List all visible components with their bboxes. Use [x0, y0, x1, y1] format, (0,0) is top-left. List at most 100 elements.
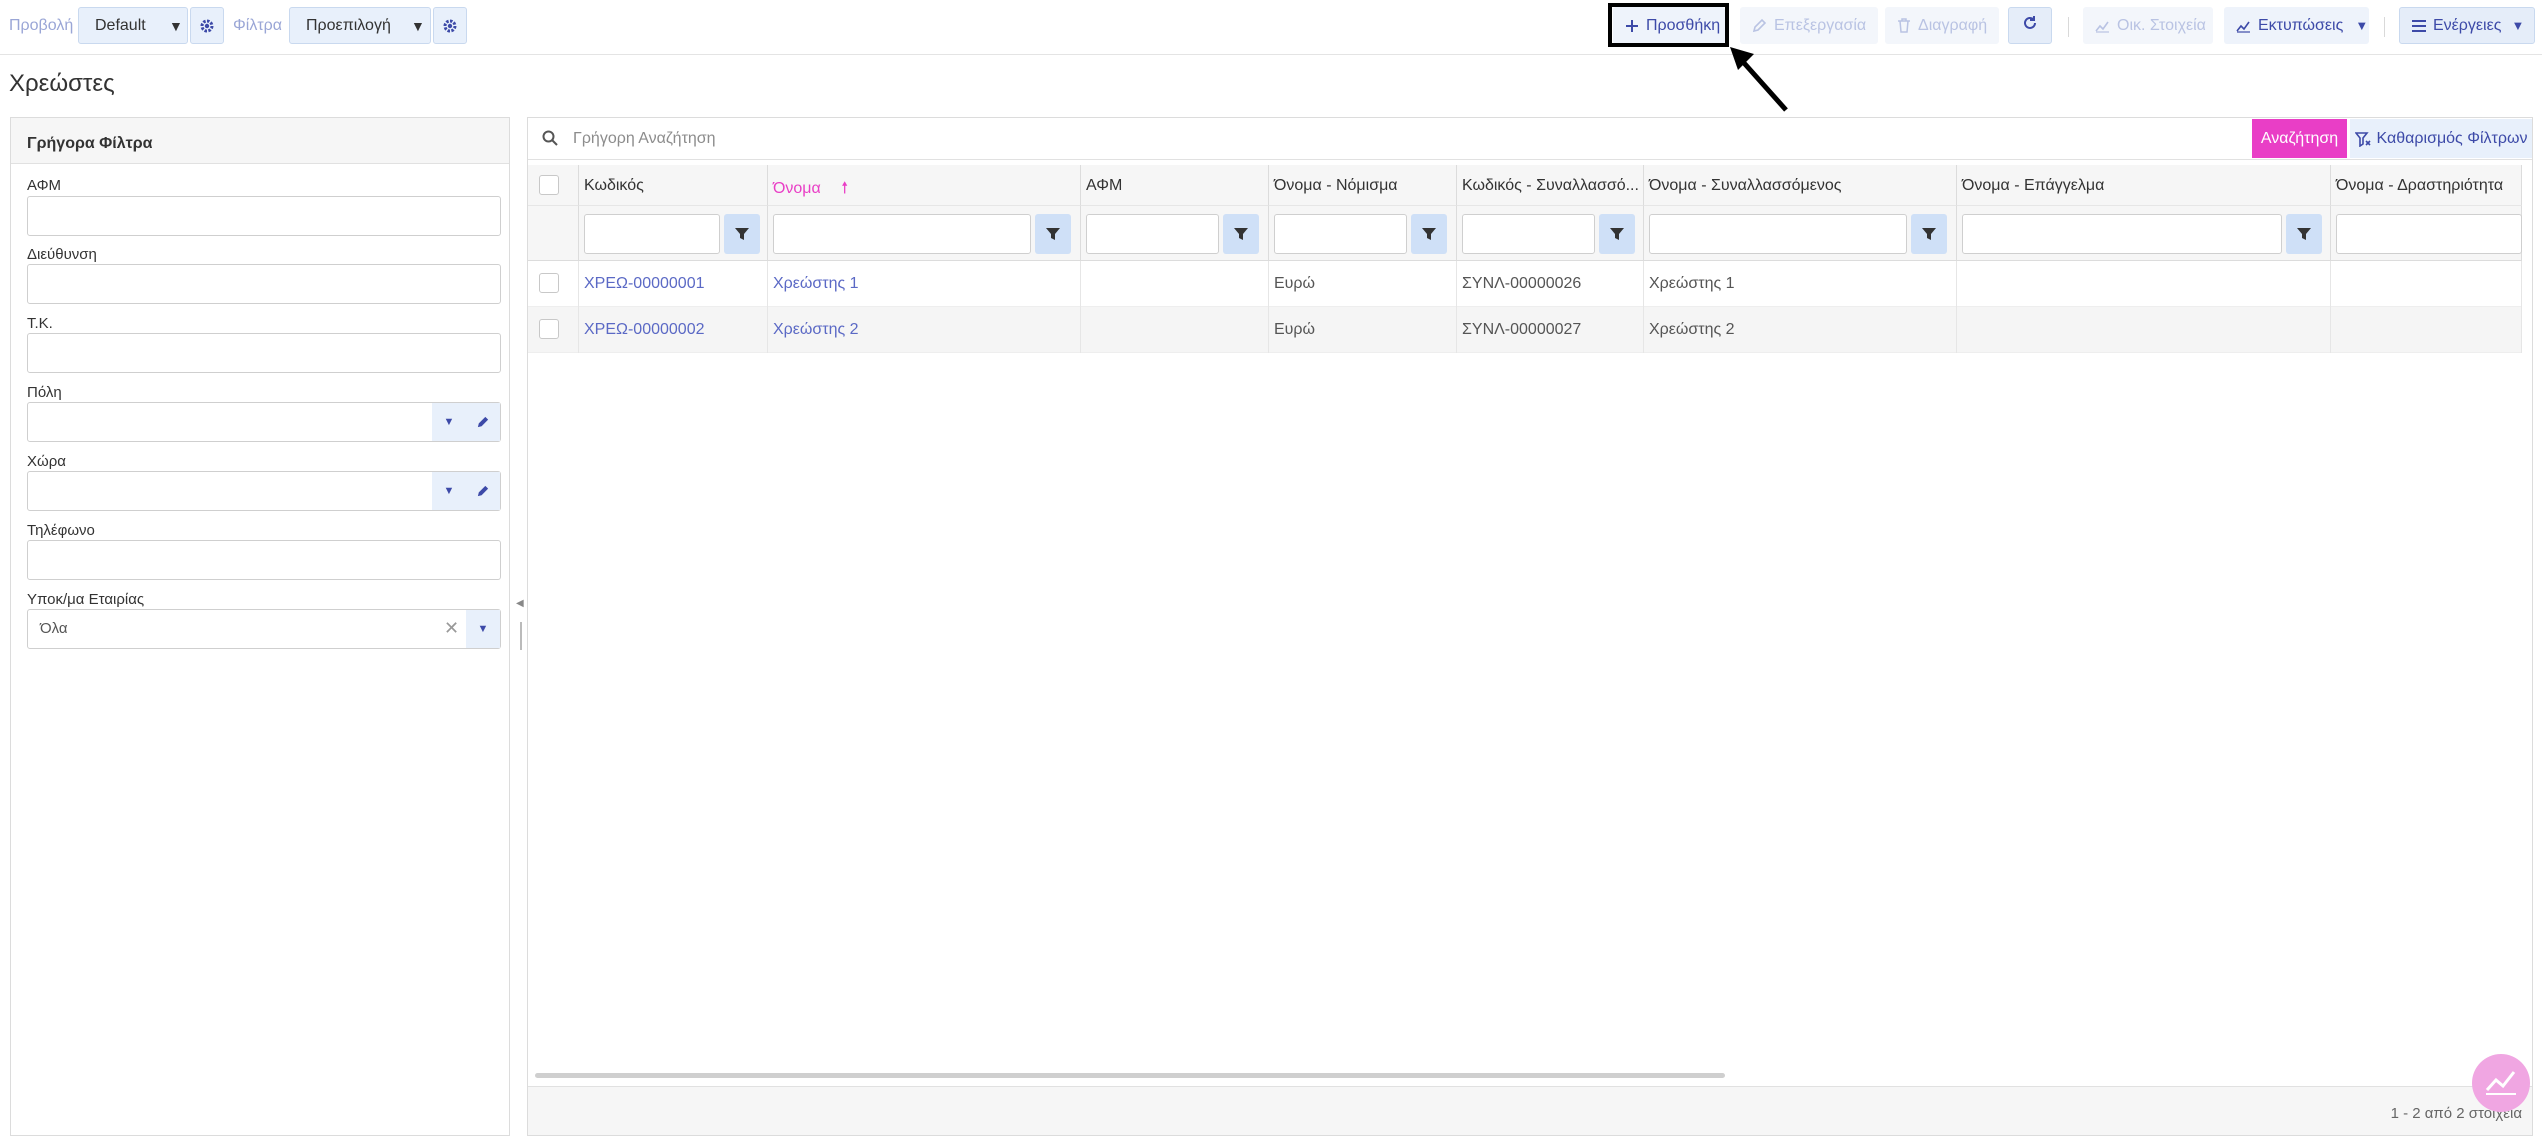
- filter-input-currency[interactable]: [1274, 214, 1407, 254]
- chevron-down-icon: ▼: [2511, 18, 2525, 33]
- funnel-icon[interactable]: [1599, 214, 1635, 254]
- filter-input-code[interactable]: [584, 214, 720, 254]
- clear-filters-button[interactable]: Καθαρισμός Φίλτρων: [2350, 119, 2532, 158]
- delete-button[interactable]: Διαγραφή: [1885, 7, 1999, 44]
- country-combobox[interactable]: ▼: [27, 471, 501, 511]
- prints-button-label: Εκτυπώσεις: [2258, 16, 2344, 34]
- pencil-icon[interactable]: [466, 472, 500, 510]
- column-header-currency[interactable]: Όνομα - Νόμισμα: [1269, 165, 1457, 205]
- filter-input-trader-code[interactable]: [1462, 214, 1595, 254]
- filter-input-activity[interactable]: [2336, 214, 2522, 254]
- row-select-cell: [528, 307, 579, 353]
- chart-line-icon: [2236, 19, 2251, 33]
- chevron-down-icon: ▼: [2355, 18, 2369, 33]
- filter-cell-activity: [2331, 205, 2522, 261]
- view-label: Προβολή: [9, 17, 74, 34]
- cell-trader-code: ΣΥΝΛ-00000027: [1457, 307, 1644, 353]
- row-checkbox[interactable]: [539, 319, 559, 339]
- cell-trader-code: ΣΥΝΛ-00000026: [1457, 261, 1644, 307]
- cell-name[interactable]: Χρεώστης 1: [768, 261, 1081, 307]
- add-button-highlight: [1608, 3, 1729, 47]
- afm-input[interactable]: [27, 196, 501, 236]
- floating-chart-button[interactable]: [2472, 1054, 2530, 1112]
- filter-cell-name: [768, 205, 1081, 261]
- quick-search-bar[interactable]: Γρήγορη Αναζήτηση Αναζήτηση Καθαρισμός Φ…: [528, 118, 2532, 160]
- view-settings-gear-icon[interactable]: [190, 7, 224, 44]
- chart-line-icon: [2095, 19, 2110, 33]
- column-header-trader-code[interactable]: Κωδικός - Συναλλασσό...: [1457, 165, 1644, 205]
- horizontal-scrollbar[interactable]: [535, 1073, 1725, 1078]
- select-all-cell: [528, 165, 579, 205]
- toolbar-divider: [2384, 17, 2385, 37]
- funnel-icon[interactable]: [1035, 214, 1071, 254]
- funnel-icon[interactable]: [2286, 214, 2322, 254]
- filter-input-trader-name[interactable]: [1649, 214, 1907, 254]
- chevron-down-icon[interactable]: ▼: [466, 610, 500, 648]
- funnel-icon[interactable]: [1911, 214, 1947, 254]
- filter-cell-currency: [1269, 205, 1457, 261]
- cell-activity: [2331, 261, 2522, 307]
- cell-code[interactable]: ΧΡΕΩ-00000001: [579, 261, 768, 307]
- address-label: Διεύθυνση: [27, 246, 97, 263]
- afm-label: ΑΦΜ: [27, 177, 62, 194]
- actions-button[interactable]: Ενέργειες ▼: [2399, 7, 2535, 44]
- delete-button-label: Διαγραφή: [1918, 16, 1988, 34]
- prints-button[interactable]: Εκτυπώσεις ▼: [2224, 7, 2369, 44]
- filter-input-name[interactable]: [773, 214, 1031, 254]
- select-all-checkbox[interactable]: [539, 175, 559, 195]
- cell-name[interactable]: Χρεώστης 2: [768, 307, 1081, 353]
- table-row[interactable]: ΧΡΕΩ-00000002 Χρεώστης 2 Ευρώ ΣΥΝΛ-00000…: [528, 307, 2522, 353]
- phone-input[interactable]: [27, 540, 501, 580]
- column-header-name-label: Όνομα: [773, 180, 821, 197]
- arrow-pointer-icon: [1730, 47, 1788, 112]
- filter-select[interactable]: Προεπιλογή ▼: [289, 7, 431, 44]
- cell-currency: Ευρώ: [1269, 307, 1457, 353]
- chevron-down-icon: ▼: [411, 18, 425, 34]
- search-button[interactable]: Αναζήτηση: [2252, 119, 2347, 158]
- refresh-button[interactable]: [2008, 7, 2052, 44]
- branch-select-value: Όλα: [40, 620, 68, 637]
- column-header-code[interactable]: Κωδικός: [579, 165, 768, 205]
- toolbar-divider: [2068, 17, 2069, 37]
- quick-filters-panel: Γρήγορα Φίλτρα ΑΦΜ Διεύθυνση Τ.Κ. Πόλη ▼…: [10, 117, 510, 1136]
- funnel-icon[interactable]: [1411, 214, 1447, 254]
- column-header-activity[interactable]: Όνομα - Δραστηριότητα: [2331, 165, 2522, 205]
- cell-afm: [1081, 307, 1269, 353]
- refresh-icon: [2021, 14, 2039, 37]
- column-header-name[interactable]: Όνομα 🠕: [768, 165, 1081, 205]
- column-header-afm[interactable]: ΑΦΜ: [1081, 165, 1269, 205]
- address-input[interactable]: [27, 264, 501, 304]
- view-select[interactable]: Default ▼: [78, 7, 188, 44]
- panel-splitter[interactable]: [520, 622, 522, 650]
- sort-asc-arrow-icon: 🠕: [841, 180, 849, 197]
- quick-search-input[interactable]: Γρήγορη Αναζήτηση: [573, 130, 716, 148]
- pencil-icon[interactable]: [466, 403, 500, 441]
- branch-select[interactable]: Όλα ✕ ▼: [27, 609, 501, 649]
- chevron-down-icon[interactable]: ▼: [432, 472, 466, 510]
- collapse-left-icon[interactable]: ◀: [516, 598, 524, 609]
- zip-input[interactable]: [27, 333, 501, 373]
- trash-icon: [1897, 18, 1911, 33]
- financial-data-button[interactable]: Οικ. Στοιχεία: [2083, 7, 2213, 44]
- filter-input-profession[interactable]: [1962, 214, 2282, 254]
- table-row[interactable]: ΧΡΕΩ-00000001 Χρεώστης 1 Ευρώ ΣΥΝΛ-00000…: [528, 261, 2522, 307]
- funnel-icon[interactable]: [1223, 214, 1259, 254]
- top-toolbar: Προβολή Default ▼ Φίλτρα Προεπιλογή ▼ Πρ…: [0, 0, 2542, 55]
- city-combobox[interactable]: ▼: [27, 402, 501, 442]
- chevron-down-icon: ▼: [169, 18, 183, 34]
- chevron-down-icon[interactable]: ▼: [432, 403, 466, 441]
- cell-profession: [1957, 307, 2331, 353]
- filter-input-afm[interactable]: [1086, 214, 1219, 254]
- column-header-profession[interactable]: Όνομα - Επάγγελμα: [1957, 165, 2331, 205]
- filter-cell-empty: [528, 205, 579, 261]
- edit-button[interactable]: Επεξεργασία: [1740, 7, 1878, 44]
- filter-settings-gear-icon[interactable]: [433, 7, 467, 44]
- clear-x-icon[interactable]: ✕: [444, 618, 459, 639]
- row-checkbox[interactable]: [539, 273, 559, 293]
- quick-filters-title: Γρήγορα Φίλτρα: [11, 118, 509, 164]
- actions-button-label: Ενέργειες: [2433, 16, 2502, 34]
- column-header-trader-name[interactable]: Όνομα - Συναλλασσόμενος: [1644, 165, 1957, 205]
- filter-cell-code: [579, 205, 768, 261]
- cell-code[interactable]: ΧΡΕΩ-00000002: [579, 307, 768, 353]
- funnel-icon[interactable]: [724, 214, 760, 254]
